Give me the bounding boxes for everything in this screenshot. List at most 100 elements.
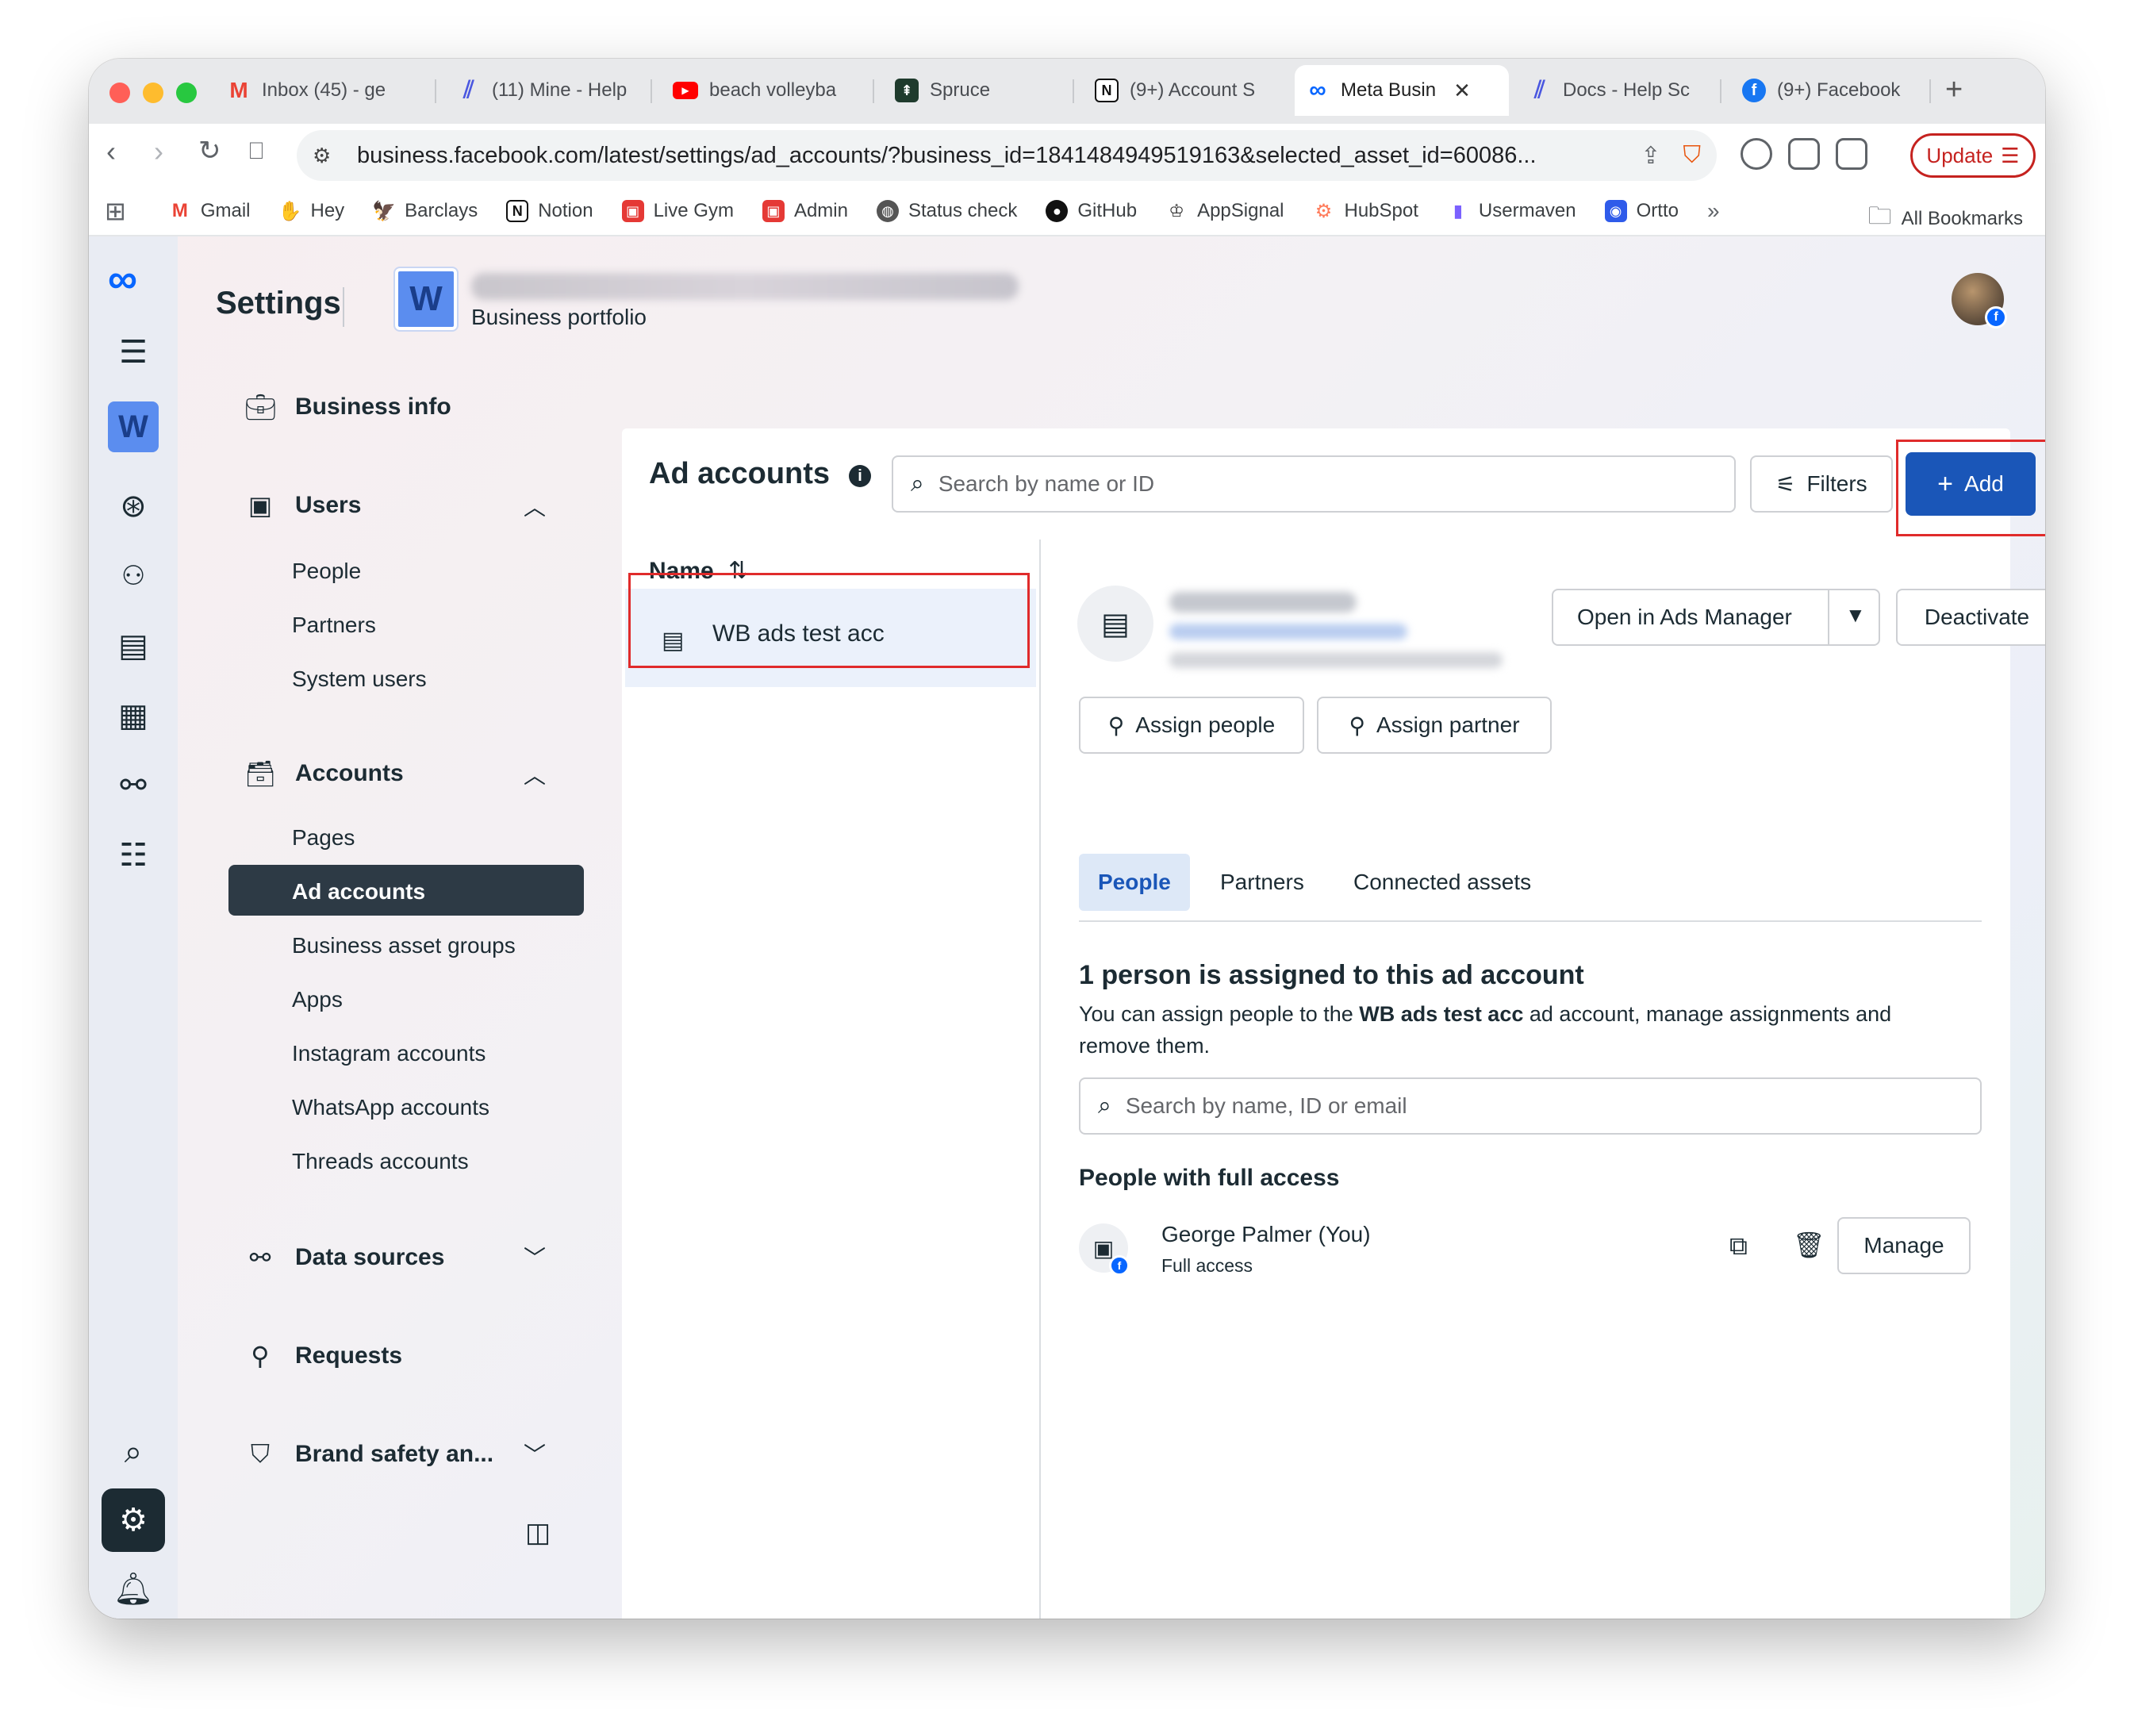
shield-icon: ⛉	[250, 1439, 270, 1468]
meta-icon: ∞	[1309, 77, 1326, 103]
pages-icon[interactable]: ▤	[105, 617, 162, 674]
nav-requests[interactable]: ⚲ Requests	[244, 1341, 402, 1371]
brave-shield-icon[interactable]: ⛉	[1683, 142, 1702, 169]
caret-down-icon[interactable]: ▼	[1845, 603, 1866, 628]
nav-item-system-users[interactable]: System users	[292, 666, 427, 692]
highlight-add-button	[1896, 440, 2045, 536]
bookmark-usermaven[interactable]: ▮ Usermaven	[1447, 200, 1576, 222]
nav-item-instagram-accounts[interactable]: Instagram accounts	[292, 1041, 486, 1066]
nav-item-business-asset-groups[interactable]: Business asset groups	[292, 933, 516, 958]
share-icon[interactable]: ⇪	[1641, 142, 1660, 170]
portfolio-name-redacted[interactable]	[471, 273, 1019, 300]
bookmark-appsignal[interactable]: ♔ AppSignal	[1165, 200, 1284, 222]
chevron-up-icon[interactable]: ︿	[524, 490, 546, 522]
tab-partners[interactable]: Partners	[1201, 854, 1323, 911]
nav-item-pages[interactable]: Pages	[292, 825, 355, 851]
filters-button[interactable]: ⚟ Filters	[1750, 455, 1893, 513]
url-text[interactable]: business.facebook.com/latest/settings/ad…	[346, 143, 1618, 169]
maximize-window-button[interactable]	[176, 83, 197, 103]
bookmark-icon[interactable]: ⎕	[249, 138, 263, 165]
ad-account-search-input[interactable]	[938, 471, 1734, 497]
chevron-down-icon[interactable]: ﹀	[524, 1438, 546, 1469]
nav-item-whatsapp-accounts[interactable]: WhatsApp accounts	[292, 1095, 489, 1120]
trash-icon[interactable]: 🗑︎	[1793, 1230, 1825, 1260]
update-button[interactable]: Update ☰	[1910, 133, 2036, 178]
all-bookmarks[interactable]: 🗀 All Bookmarks	[1868, 198, 2023, 239]
reader-mode-icon[interactable]	[1836, 138, 1867, 170]
ads-icon[interactable]: ▦	[105, 687, 162, 744]
nav-accounts[interactable]: 🗃︎ Accounts	[244, 759, 404, 789]
chevron-up-icon[interactable]: ︿	[524, 759, 546, 790]
browser-tab-active[interactable]: ∞ Meta Busin ✕	[1295, 65, 1509, 116]
browser-tab[interactable]: M Inbox (45) - ge	[216, 65, 414, 116]
apps-grid-icon[interactable]: ⊞	[105, 196, 126, 226]
browser-tab[interactable]: ⫽ Docs - Help Sc	[1517, 65, 1715, 116]
bookmark-barclays[interactable]: 🦅 Barclays	[372, 200, 478, 222]
notifications-bell-icon[interactable]: 🔔︎	[105, 1560, 162, 1617]
deactivate-button[interactable]: Deactivate	[1896, 589, 2045, 646]
address-bar[interactable]: ⚙ business.facebook.com/latest/settings/…	[297, 130, 1717, 181]
browser-tab[interactable]: ▶ beach volleyba	[662, 65, 868, 116]
tab-separator	[1720, 79, 1721, 103]
hamburger-menu-icon[interactable]: ☰	[105, 324, 162, 381]
reload-icon[interactable]: ↻	[198, 135, 221, 167]
people-search-input[interactable]	[1125, 1093, 1980, 1119]
navigate-icon[interactable]: ⊛	[105, 478, 162, 535]
nav-brand-safety[interactable]: ⛉ Brand safety an...	[244, 1439, 493, 1469]
workspace-avatar[interactable]: W	[108, 401, 159, 452]
minimize-window-button[interactable]	[143, 83, 163, 103]
portfolio-avatar[interactable]: W	[393, 267, 459, 332]
chevron-down-icon[interactable]: ﹀	[524, 1241, 546, 1273]
site-settings-icon[interactable]: ⚙	[313, 144, 346, 168]
close-tab-icon[interactable]: ✕	[1453, 79, 1471, 103]
tab-separator	[1073, 79, 1074, 103]
bookmark-status-check[interactable]: ◍ Status check	[876, 200, 1017, 222]
bookmark-github[interactable]: ● GitHub	[1046, 200, 1137, 222]
nav-users[interactable]: ▣ Users	[244, 490, 362, 520]
billing-icon[interactable]: ☷	[105, 827, 162, 884]
forward-icon[interactable]: ›	[154, 135, 163, 168]
collapse-sidebar-icon[interactable]: ◫	[525, 1517, 551, 1549]
password-manager-icon[interactable]	[1741, 138, 1772, 170]
close-window-button[interactable]	[109, 83, 130, 103]
ad-account-search[interactable]: ⌕	[892, 455, 1736, 513]
data-sources-icon[interactable]: ⚯	[105, 757, 162, 814]
new-tab-button[interactable]: +	[1945, 73, 1963, 107]
extensions-icon[interactable]	[1788, 138, 1820, 170]
browser-tab[interactable]: N (9+) Account S	[1084, 65, 1282, 116]
assign-people-button[interactable]: ⚲ Assign people	[1079, 697, 1304, 754]
browser-tab[interactable]: f (9+) Facebook	[1731, 65, 1929, 116]
meta-logo-icon[interactable]: ∞	[108, 255, 137, 303]
bookmark-ortto[interactable]: ◉ Ortto	[1604, 200, 1679, 222]
nav-item-apps[interactable]: Apps	[292, 987, 343, 1012]
assign-partner-button[interactable]: ⚲ Assign partner	[1317, 697, 1552, 754]
external-link-icon[interactable]: ⧉	[1729, 1231, 1748, 1262]
bookmark-gmail[interactable]: M Gmail	[169, 200, 251, 222]
more-bookmarks-icon[interactable]: »	[1707, 198, 1720, 224]
nav-item-threads-accounts[interactable]: Threads accounts	[292, 1149, 469, 1174]
nav-business-info[interactable]: 💼︎ Business info	[244, 392, 451, 422]
nav-item-partners[interactable]: Partners	[292, 613, 376, 638]
settings-gear-icon[interactable]: ⚙	[102, 1488, 165, 1552]
browser-tab[interactable]: ⫽ (11) Mine - Help	[446, 65, 644, 116]
manage-button[interactable]: Manage	[1837, 1217, 1971, 1274]
bookmark-live-gym[interactable]: ▣ Live Gym	[621, 200, 734, 222]
people-icon[interactable]: ⚇	[105, 547, 162, 605]
nav-item-people[interactable]: People	[292, 559, 361, 584]
tab-people[interactable]: People	[1079, 854, 1190, 911]
tab-connected-assets[interactable]: Connected assets	[1334, 854, 1550, 911]
bookmark-notion[interactable]: N Notion	[506, 200, 593, 222]
people-search[interactable]: ⌕	[1079, 1077, 1982, 1135]
open-in-ads-manager-button[interactable]: Open in Ads Manager	[1552, 589, 1880, 646]
bookmark-hey[interactable]: ✋ Hey	[278, 200, 345, 222]
bookmark-hubspot[interactable]: ⚙ HubSpot	[1313, 200, 1418, 222]
bookmark-admin[interactable]: ▣ Admin	[762, 200, 848, 222]
menu-icon: ☰	[2001, 143, 2020, 167]
youtube-icon: ▶	[673, 82, 698, 99]
info-icon[interactable]: i	[849, 465, 871, 487]
notion-icon: N	[1095, 79, 1119, 102]
nav-data-sources[interactable]: ⚯ Data sources	[244, 1242, 445, 1273]
back-icon[interactable]: ‹	[106, 135, 116, 168]
browser-tab[interactable]: ⇞ Spruce	[884, 65, 1090, 116]
search-icon[interactable]: ⌕	[105, 1423, 162, 1481]
